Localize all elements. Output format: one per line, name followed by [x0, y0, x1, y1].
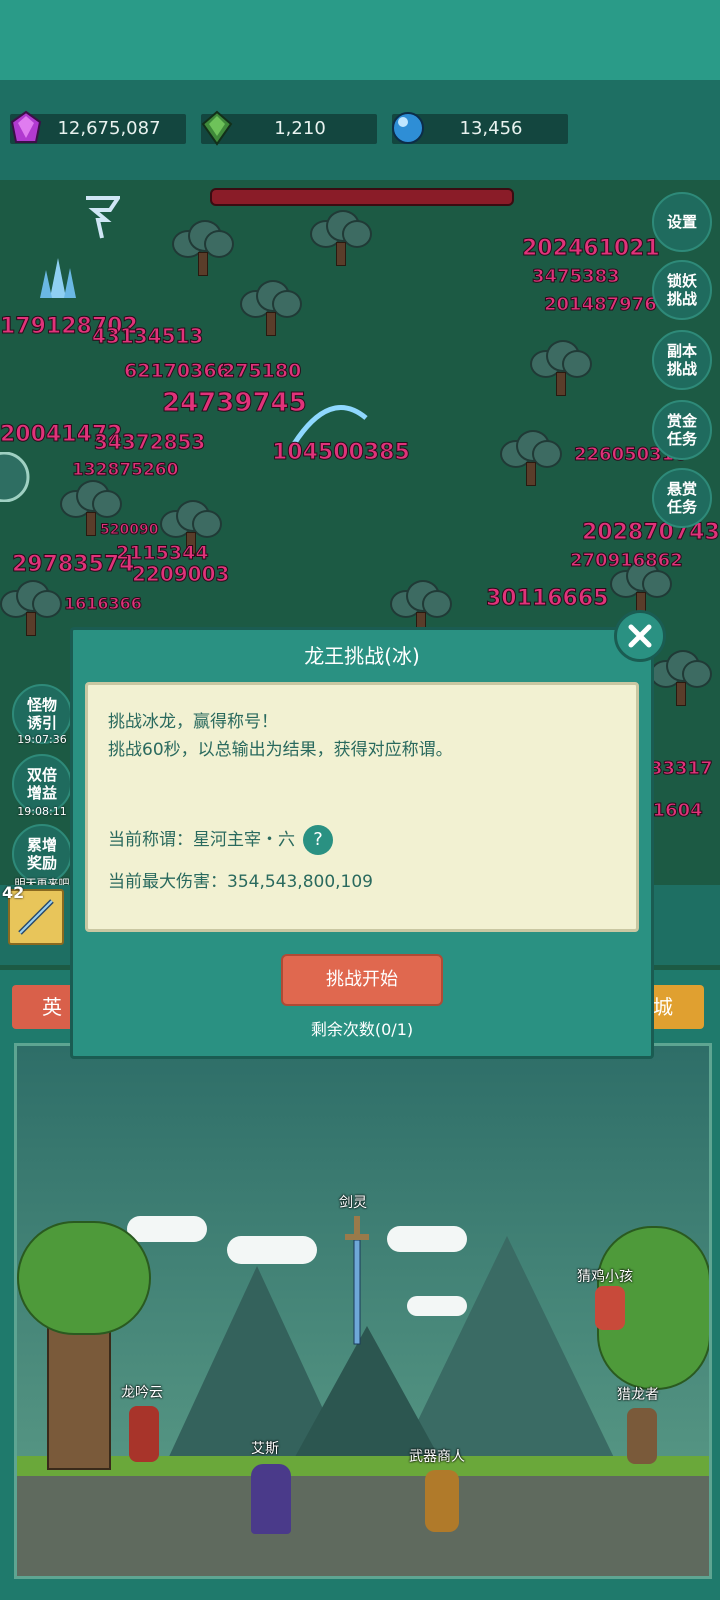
grass [17, 1456, 709, 1476]
remaining-attempts: 剩余次数(0/1) [310, 1020, 414, 1039]
resource-green-gem: 1,210 [201, 110, 377, 146]
close-icon [628, 624, 652, 648]
dragon-challenge-dialog: 龙王挑战(冰) 挑战冰龙，赢得称号！ 挑战60秒，以总输出为结果，获得对应称谓。… [70, 627, 654, 1059]
tree [0, 580, 62, 636]
tornado-icon [86, 196, 120, 239]
close-button[interactable] [614, 610, 666, 662]
damage-number: 1616366 [64, 594, 143, 614]
damage-number: 201487976 [544, 294, 658, 316]
purple-gem-icon [10, 110, 42, 143]
boss-health-bar [210, 188, 514, 206]
npc-label-wizard: 艾斯 [251, 1441, 279, 1457]
big-tree-crown [17, 1221, 151, 1335]
npc-swordsman[interactable] [129, 1406, 159, 1462]
dialog-line-1: 挑战冰龙，赢得称号！ [108, 712, 278, 732]
tree [240, 280, 302, 336]
max-damage: 当前最大伤害：354,543,800,109 [108, 872, 374, 892]
damage-number: 202870743 [582, 520, 720, 546]
damage-number: 132875260 [71, 460, 179, 481]
npc-dragon-hunter[interactable] [627, 1408, 657, 1464]
bounty-task-button[interactable]: 赏金 任务 [652, 400, 712, 460]
damage-number: 270916862 [570, 550, 684, 572]
tree [172, 220, 234, 276]
dialog-title: 龙王挑战(冰) [304, 644, 420, 668]
tree [530, 340, 592, 396]
damage-number: 33317 [650, 758, 714, 780]
reward-task-button[interactable]: 悬赏 任务 [652, 468, 712, 528]
resource-value: 1,210 [274, 118, 326, 139]
damage-number: 2115344 [116, 542, 210, 565]
damage-number: 30116665 [485, 586, 609, 612]
cloud [227, 1236, 317, 1264]
npc-label-sword: 剑灵 [339, 1195, 367, 1211]
dialog-line-2: 挑战60秒，以总输出为结果，获得对应称谓。 [108, 740, 453, 760]
start-challenge-button[interactable]: 挑战开始 [281, 954, 443, 1006]
damage-number: 34372853 [93, 430, 206, 455]
damage-number: 3475383 [532, 266, 621, 288]
npc-label-merchant: 武器商人 [409, 1449, 465, 1465]
npc-label-left: 龙吟云 [121, 1385, 163, 1401]
sword-spirit-icon [345, 1216, 369, 1345]
ice-crystal-icon [40, 258, 76, 298]
npc-weapon-merchant[interactable] [425, 1470, 459, 1532]
dungeon-challenge-button[interactable]: 副本 挑战 [652, 330, 712, 390]
resource-blue-orb: 13,456 [392, 112, 568, 144]
damage-number: 24739745 [162, 388, 308, 419]
cloud [127, 1216, 207, 1242]
skill-level: 42 [2, 883, 25, 902]
lock-demon-challenge-button[interactable]: 锁妖 挑战 [652, 260, 712, 320]
resource-value: 13,456 [459, 118, 523, 139]
help-button[interactable]: ? [303, 825, 333, 855]
damage-number: 202461021 [522, 236, 661, 262]
status-header [0, 0, 720, 80]
tree [650, 650, 712, 706]
damage-number: 104500385 [272, 440, 411, 466]
monster-lure-timer: 19:07:36 [17, 733, 67, 746]
resource-value: 12,675,087 [57, 118, 161, 139]
npc-boy[interactable] [595, 1286, 625, 1330]
green-gem-icon [201, 110, 233, 146]
blue-orb-icon [392, 112, 424, 144]
tree [500, 430, 562, 486]
double-gain-timer: 19:08:11 [17, 805, 67, 818]
damage-number: 43134513 [91, 324, 204, 349]
npc-wizard[interactable] [251, 1464, 291, 1534]
tree [310, 210, 372, 266]
dialog-content-panel: 挑战冰龙，赢得称号！ 挑战60秒，以总输出为结果，获得对应称谓。 当前称谓：星河… [85, 682, 639, 932]
current-title: 当前称谓：星河主宰・六 [108, 830, 295, 850]
resource-bar: 12,675,087 1,210 13,456 [0, 80, 720, 180]
damage-number: 275180 [221, 360, 302, 383]
damage-number: 2209003 [131, 562, 230, 587]
current-title-row: 当前称谓：星河主宰・六? [108, 825, 333, 855]
npc-label-top-right: 猜鸡小孩 [577, 1269, 633, 1285]
ground [17, 1466, 709, 1576]
resource-purple-gem: 12,675,087 [10, 110, 186, 144]
damage-number: 62170366 [124, 360, 231, 383]
settings-button[interactable]: 设置 [652, 192, 712, 252]
town-scene: 剑灵 猜鸡小孩 龙吟云 猎龙者 艾斯 武器商人 [14, 1043, 712, 1579]
avatar-icon [0, 452, 30, 502]
npc-label-right: 猎龙者 [617, 1387, 659, 1403]
damage-number: 520090 [99, 522, 159, 539]
